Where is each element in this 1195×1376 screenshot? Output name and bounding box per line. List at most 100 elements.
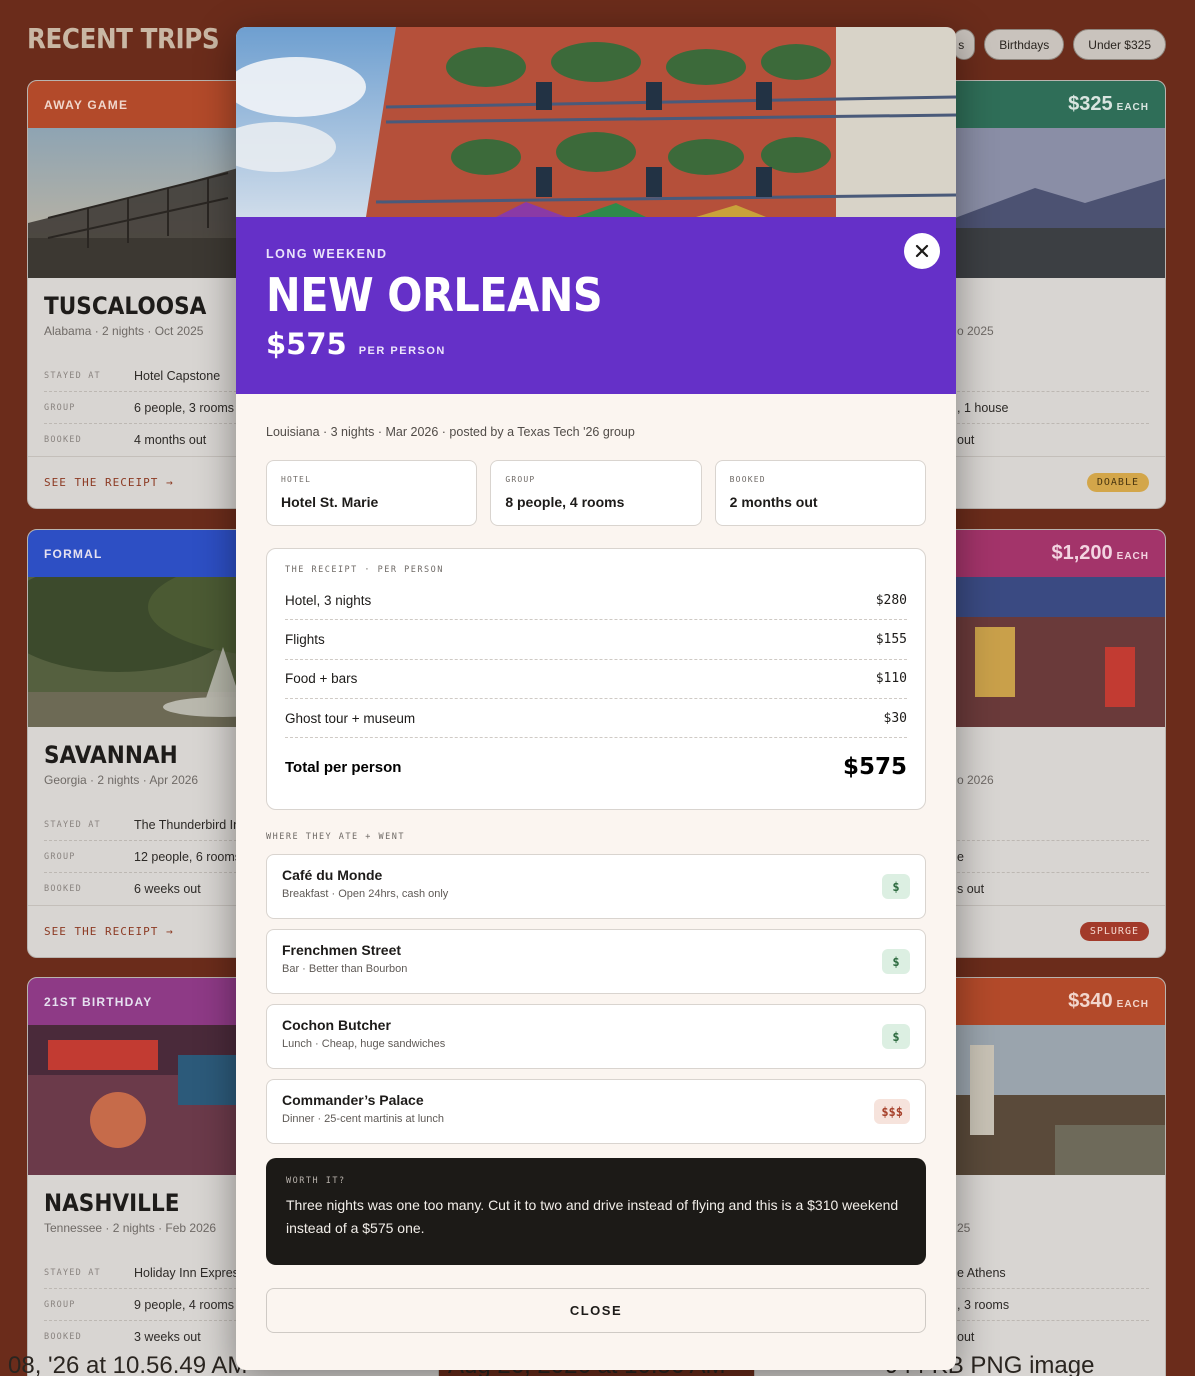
price-level-badge: $ [882,874,910,899]
total-label: Total per person [285,758,402,776]
stat-label: HOTEL [281,475,312,484]
place-item[interactable]: Café du Monde Breakfast · Open 24hrs, ca… [266,854,926,919]
stat-value: 2 months out [729,494,818,510]
stayed-at-value: e Athens [957,1265,1006,1280]
receipt-line: Ghost tour + museum $30 [285,699,907,739]
booked-label: BOOKED [44,884,82,894]
close-icon-button[interactable] [904,233,940,269]
card-price: $340 EACH [1068,990,1149,1012]
worth-it-text: Three nights was one too many. Cut it to… [286,1197,899,1236]
receipt-line-amount: $110 [875,671,907,687]
card-meta: o 2026 [957,773,994,787]
filter-chip-under-325[interactable]: Under $325 [1073,29,1166,60]
place-detail: Bar · Better than Bourbon [282,963,408,975]
place-item[interactable]: Commander’s Palace Dinner · 25-cent mart… [266,1079,926,1144]
stayed-at-value: The Thunderbird In [134,817,241,832]
see-receipt-link[interactable]: SEE THE RECEIPT → [44,925,174,938]
group-value: 6 people, 3 rooms [134,400,235,415]
stayed-at-label: STAYED AT [44,819,101,830]
stat-group: GROUP 8 people, 4 rooms [490,460,702,526]
place-detail: Lunch · Cheap, huge sandwiches [282,1038,446,1050]
receipt-card: THE RECEIPT · PER PERSON Hotel, 3 nights… [266,548,926,810]
trip-price: $575 [266,327,347,361]
hero-photo-french-quarter [236,27,956,217]
filter-chips: s Birthdays Under $325 [953,29,1166,60]
booked-value: 3 weeks out [134,1330,201,1344]
place-item[interactable]: Frenchmen Street Bar · Better than Bourb… [266,929,926,994]
booked-label: BOOKED [44,435,82,445]
group-value: e [957,849,964,864]
modal-header: LONG WEEKEND NEW ORLEANS $575 PER PERSON [236,217,956,394]
card-price: $1,200 EACH [1051,542,1149,564]
stayed-at-value: Holiday Inn Expres [134,1265,239,1280]
receipt-line-label: Flights [285,631,325,647]
receipt-line: Flights $155 [285,620,907,660]
splurge-badge: SPLURGE [1079,922,1149,941]
group-value: , 1 house [957,400,1009,415]
card-tag: AWAY GAME [44,97,129,112]
stayed-at-label: STAYED AT [44,1267,101,1278]
card-meta: o 2025 [957,324,994,338]
receipt-line-label: Food + bars [285,671,358,687]
stayed-at-value: Hotel Capstone [134,368,221,383]
group-label: GROUP [44,1299,76,1310]
place-item[interactable]: Cochon Butcher Lunch · Cheap, huge sandw… [266,1004,926,1069]
close-icon [915,244,929,258]
group-value: 9 people, 4 rooms [134,1297,235,1312]
trip-detail-modal: LONG WEEKEND NEW ORLEANS $575 PER PERSON… [236,27,956,1370]
stat-booked: BOOKED 2 months out [714,460,926,526]
receipt-line-amount: $280 [875,592,907,608]
receipt-line-amount: $30 [883,710,907,726]
stat-label: BOOKED [729,475,766,484]
place-detail: Breakfast · Open 24hrs, cash only [282,888,449,900]
booked-label: BOOKED [44,1332,82,1342]
trip-title: NEW ORLEANS [266,268,603,322]
booked-value: 4 months out [134,433,207,447]
group-value: , 3 rooms [957,1297,1010,1312]
filter-chip-partial[interactable]: s [953,29,976,60]
trip-type-tag: LONG WEEKEND [266,247,388,261]
card-tag: FORMAL [44,546,103,561]
receipt-heading: THE RECEIPT · PER PERSON [285,565,444,575]
place-name: Commander’s Palace [282,1092,424,1108]
close-button[interactable]: CLOSE [266,1288,926,1333]
stat-value: Hotel St. Marie [281,494,379,510]
booked-value: out [957,1330,975,1344]
card-meta: 25 [957,1221,971,1235]
receipt-line-amount: $155 [875,631,907,647]
stat-label: GROUP [505,475,536,484]
card-tag: 21ST BIRTHDAY [44,994,153,1009]
booked-value: 6 weeks out [134,882,201,896]
price-level-badge: $$$ [874,1099,910,1124]
group-label: GROUP [44,851,76,862]
group-label: GROUP [44,402,76,413]
trip-stats: HOTEL Hotel St. Marie GROUP 8 people, 4 … [266,460,926,526]
receipt-total: Total per person $575 [285,738,907,796]
total-amount: $575 [842,754,907,781]
worth-it-label: WORTH IT? [286,1176,346,1186]
place-name: Cochon Butcher [282,1017,391,1033]
per-person-label: PER PERSON [358,345,446,357]
places-heading: WHERE THEY ATE + WENT [266,832,405,842]
worth-it-box: WORTH IT? Three nights was one too many.… [266,1158,926,1265]
stayed-at-label: STAYED AT [44,370,101,381]
filter-chip-birthdays[interactable]: Birthdays [984,29,1065,60]
places-list: Café du Monde Breakfast · Open 24hrs, ca… [266,854,926,1144]
trip-info-line: Louisiana · 3 nights · Mar 2026 · posted… [266,425,635,439]
place-name: Frenchmen Street [282,942,402,958]
card-price: $325 EACH [1068,93,1149,115]
receipt-line-label: Ghost tour + museum [285,710,416,726]
booked-value: out [957,433,975,447]
receipt-line: Hotel, 3 nights $280 [285,581,907,621]
page-title: RECENT TRIPS [27,22,220,55]
place-detail: Dinner · 25-cent martinis at lunch [282,1113,445,1125]
doable-badge: DOABLE [1086,473,1149,492]
booked-value: s out [957,882,985,896]
see-receipt-link[interactable]: SEE THE RECEIPT → [44,476,174,489]
price-level-badge: $ [882,949,910,974]
receipt-line: Food + bars $110 [285,660,907,699]
stat-value: 8 people, 4 rooms [505,494,625,510]
group-value: 12 people, 6 rooms [134,849,242,864]
price-level-badge: $ [882,1024,910,1049]
place-name: Café du Monde [282,867,383,883]
